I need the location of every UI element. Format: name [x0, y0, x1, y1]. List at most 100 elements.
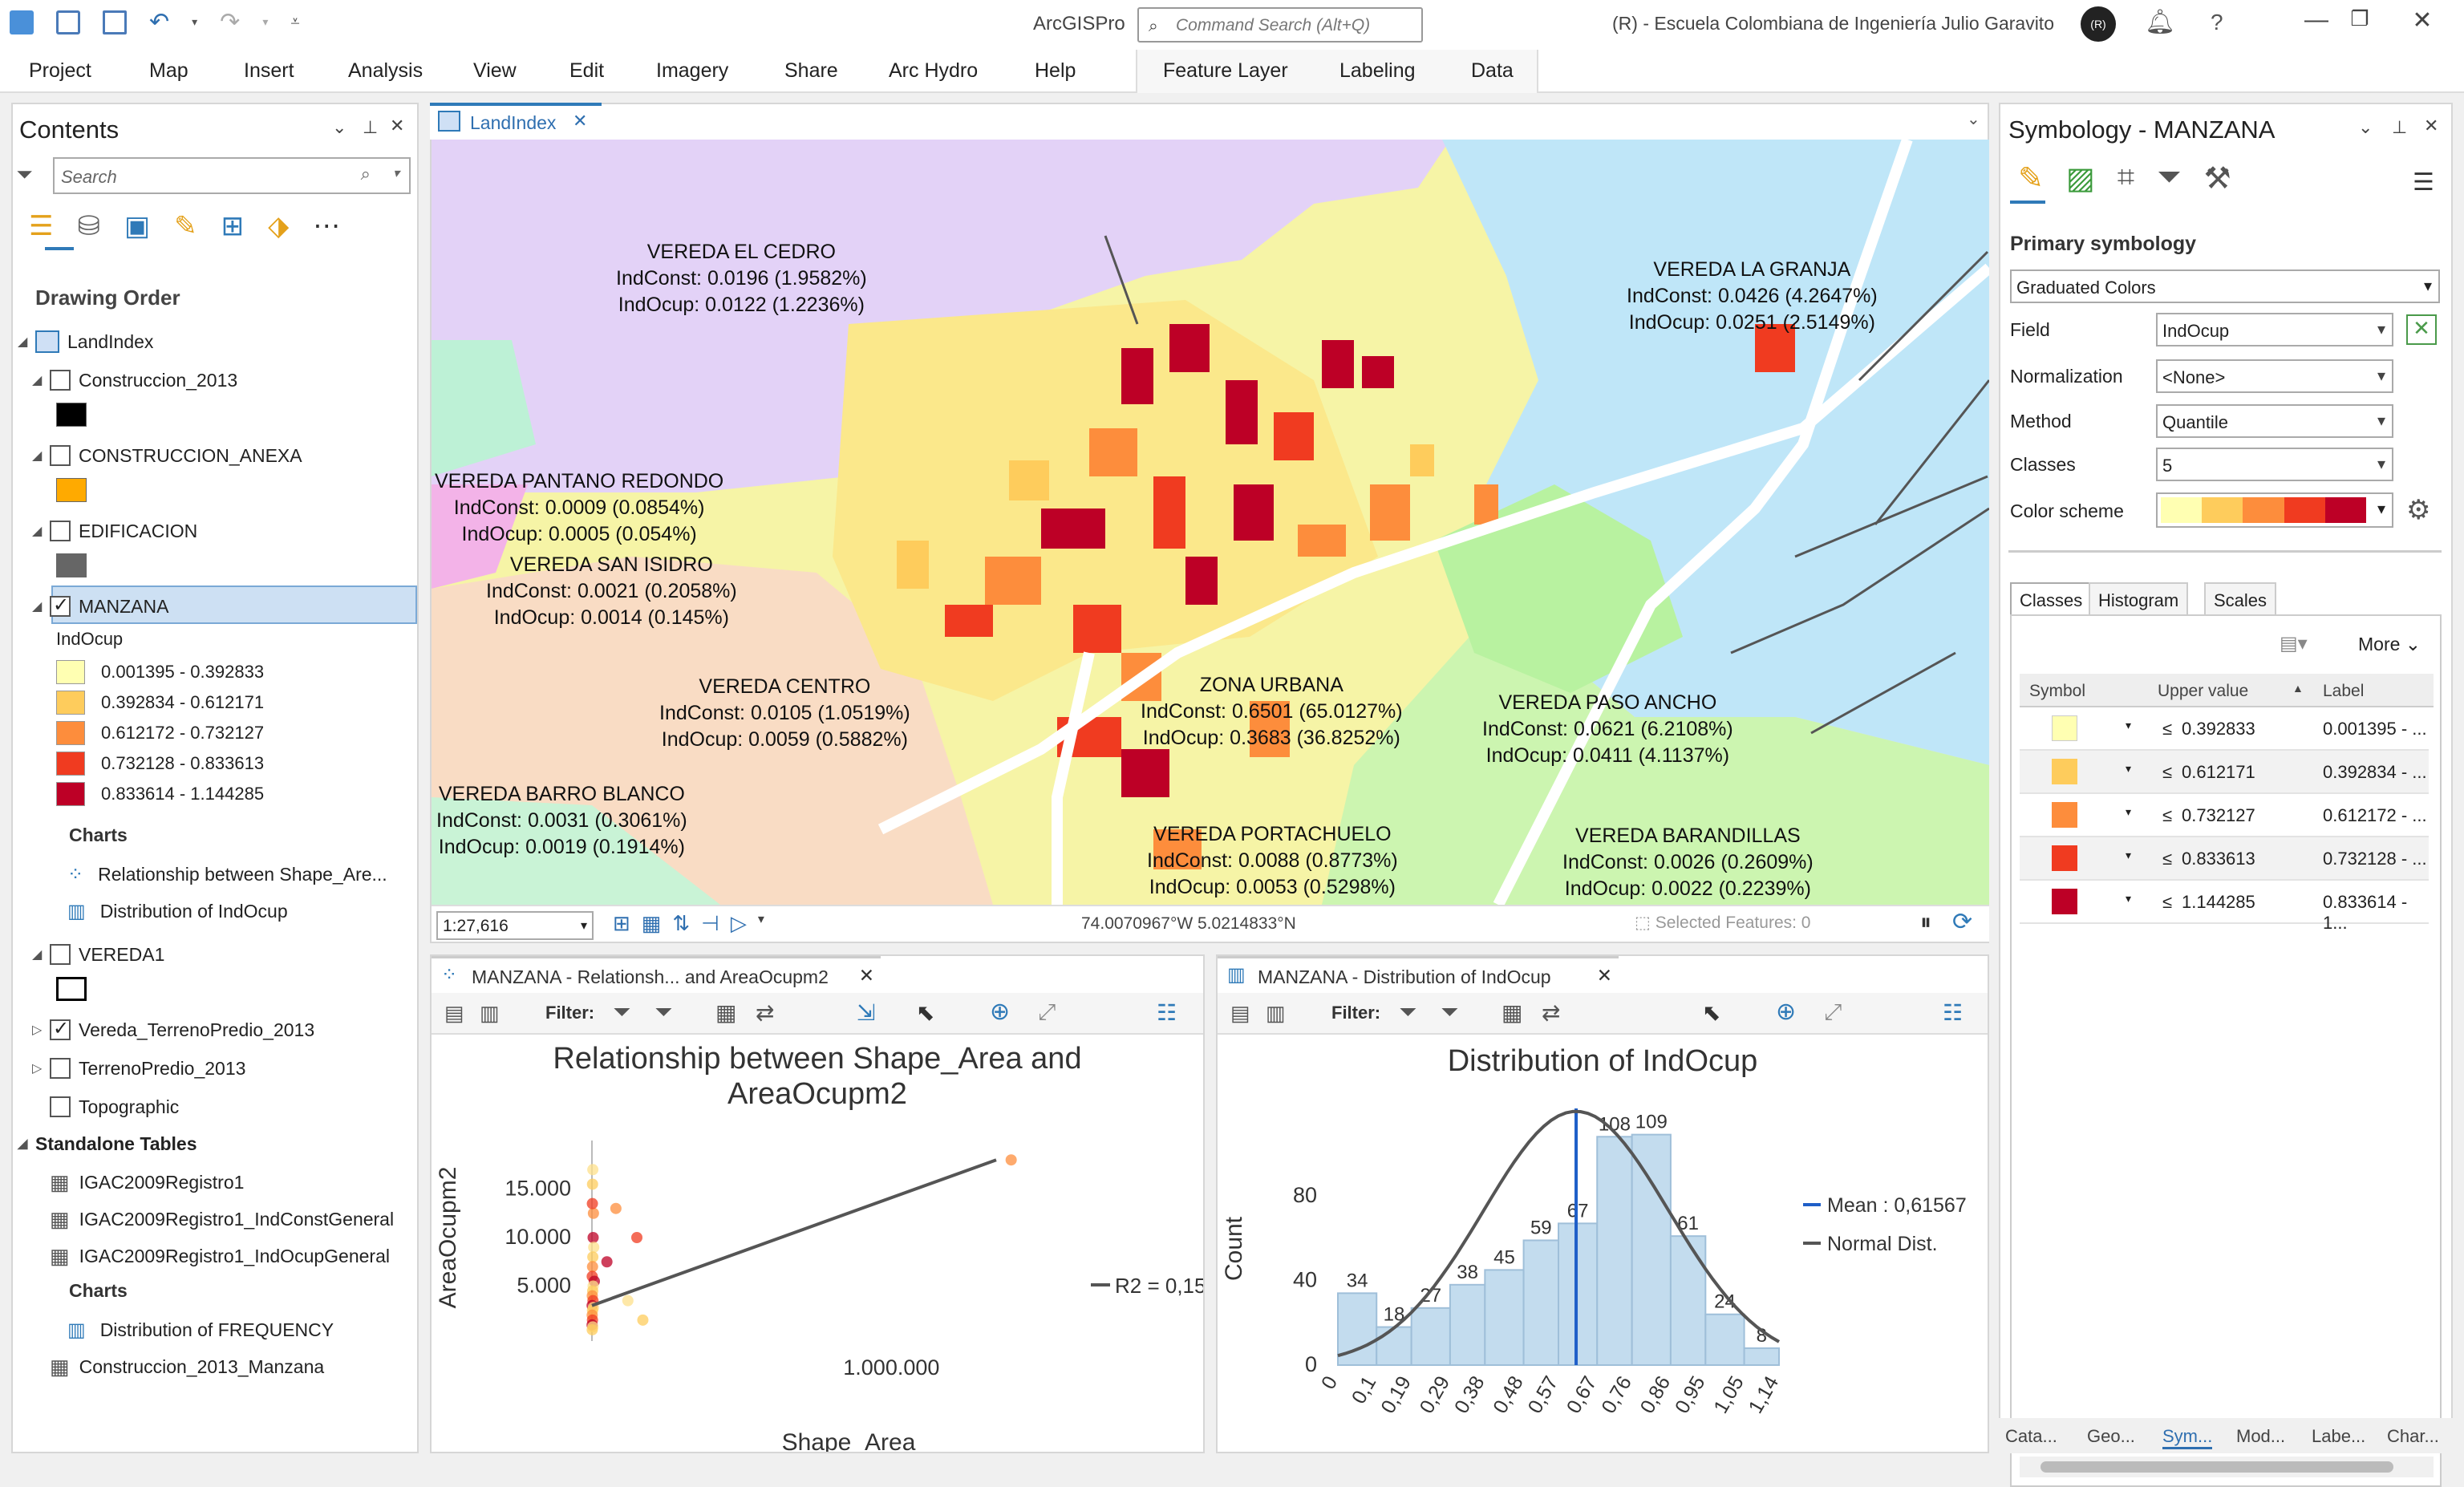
class-upper-value[interactable]: 1.144285: [2182, 892, 2255, 913]
list-by-editing-icon[interactable]: ✎: [174, 210, 197, 242]
class-label[interactable]: 0.612172 - ...: [2323, 805, 2427, 826]
tab-project[interactable]: Project: [29, 59, 91, 83]
tab-modify[interactable]: Mod...: [2236, 1426, 2285, 1447]
minimize-icon[interactable]: —: [2292, 6, 2340, 34]
tab-analysis[interactable]: Analysis: [348, 59, 423, 83]
class-row[interactable]: ▾ ≤0.833613 0.732128 - ...: [2020, 837, 2429, 881]
tab-chart-properties[interactable]: Char...: [2387, 1426, 2439, 1447]
table-icon[interactable]: ▦: [715, 999, 736, 1026]
list-by-snapping-icon[interactable]: ⊞: [221, 210, 245, 242]
expression-icon[interactable]: ✕: [2406, 314, 2437, 345]
tree-layer-construccion-anexa[interactable]: ◢ CONSTRUCCION_ANEXA: [32, 438, 302, 473]
refresh-icon[interactable]: ⟳: [1952, 908, 1972, 936]
chevron-down-icon[interactable]: ▾: [2126, 892, 2131, 906]
col-symbol[interactable]: Symbol: [2029, 682, 2085, 701]
grid-icon[interactable]: ▦: [642, 911, 662, 936]
collapsed-caret-icon[interactable]: ▷: [32, 1022, 50, 1038]
tree-standalone-tables[interactable]: ◢ Standalone Tables: [18, 1126, 197, 1161]
restore-icon[interactable]: ❐: [2336, 6, 2384, 31]
list-by-source-icon[interactable]: ⛁: [77, 210, 100, 242]
tree-table-igac-indconst[interactable]: ▦ IGAC2009Registro1_IndConstGeneral: [50, 1201, 394, 1237]
tree-layer-topographic[interactable]: Topographic: [50, 1089, 179, 1124]
tree-layer-terreno[interactable]: ▷ TerrenoPredio_2013: [32, 1051, 245, 1086]
expand-caret-icon[interactable]: ◢: [18, 1136, 35, 1152]
tree-map-landindex[interactable]: ◢ LandIndex: [18, 324, 153, 359]
switch-selection-icon[interactable]: ⇄: [756, 999, 774, 1026]
tab-feature-layer[interactable]: Feature Layer: [1163, 59, 1288, 83]
class-label[interactable]: 0.001395 - ...: [2323, 719, 2427, 739]
more-options-icon[interactable]: ⋯: [313, 210, 340, 242]
tab-help[interactable]: Help: [1035, 59, 1076, 83]
chevron-down-icon[interactable]: ▾: [393, 165, 399, 181]
class-row[interactable]: ▾ ≤0.392833 0.001395 - ...: [2020, 707, 2429, 751]
fixed-zoom-icon[interactable]: ⊞: [613, 911, 630, 936]
list-by-drawing-order-icon[interactable]: ☰: [29, 210, 53, 242]
chevron-down-icon[interactable]: ▾: [2126, 805, 2131, 819]
col-label[interactable]: Label: [2323, 682, 2364, 701]
class-row[interactable]: ▾ ≤0.612171 0.392834 - ...: [2020, 751, 2429, 794]
pause-icon[interactable]: ⏸: [1920, 910, 1931, 936]
tab-scales[interactable]: Scales: [2204, 582, 2277, 614]
class-label[interactable]: 0.732128 - ...: [2323, 849, 2427, 869]
class-symbol-swatch[interactable]: [2052, 889, 2077, 914]
close-icon[interactable]: ✕: [2398, 6, 2446, 34]
tree-table-construccion-manzana[interactable]: ▦ Construccion_2013_Manzana: [50, 1349, 324, 1384]
layer-visibility-checkbox[interactable]: [50, 370, 71, 391]
save-icon[interactable]: [103, 10, 127, 34]
gear-icon[interactable]: ⚙: [2406, 494, 2430, 526]
tab-map[interactable]: Map: [149, 59, 188, 83]
redo-icon[interactable]: ↷: [220, 8, 240, 36]
tree-table-igac[interactable]: ▦ IGAC2009Registro1: [50, 1165, 244, 1200]
method-dropdown[interactable]: Quantile: [2156, 404, 2393, 438]
help-icon[interactable]: ?: [2211, 10, 2223, 35]
layer-visibility-checkbox[interactable]: [50, 1017, 71, 1040]
layer-visibility-checkbox[interactable]: [50, 1096, 71, 1117]
class-label[interactable]: 0.392834 - ...: [2323, 762, 2427, 783]
col-upper-value[interactable]: Upper value: [2158, 682, 2248, 701]
table-options-icon[interactable]: ▤▾: [2280, 632, 2308, 655]
layer-visibility-checkbox[interactable]: [50, 594, 71, 617]
full-extent-icon[interactable]: ⤢: [1038, 999, 1056, 1026]
tree-layer-vereda-terreno[interactable]: ▷ Vereda_TerrenoPredio_2013: [32, 1012, 314, 1047]
tab-arc-hydro[interactable]: Arc Hydro: [889, 59, 978, 83]
redo-dropdown-icon[interactable]: ▾: [262, 15, 268, 29]
tab-labeling-pane[interactable]: Labe...: [2312, 1426, 2365, 1447]
tab-insert[interactable]: Insert: [244, 59, 294, 83]
zoom-in-icon[interactable]: ⊕: [1776, 998, 1796, 1026]
field-dropdown[interactable]: IndOcup: [2156, 313, 2393, 346]
classes-dropdown[interactable]: 5: [2156, 448, 2393, 481]
scrollbar-thumb[interactable]: [2040, 1461, 2393, 1473]
class-upper-value[interactable]: 0.833613: [2182, 849, 2255, 869]
snapping-icon[interactable]: ⇅: [672, 911, 690, 936]
tab-view[interactable]: View: [473, 59, 517, 83]
tree-layer-manzana[interactable]: ◢ MANZANA: [32, 589, 168, 624]
expand-caret-icon[interactable]: ◢: [32, 523, 50, 539]
tab-imagery[interactable]: Imagery: [656, 59, 728, 83]
constraints-icon[interactable]: ⊣: [701, 911, 719, 936]
tree-layer-construccion[interactable]: ◢ Construccion_2013: [32, 363, 237, 398]
symbology-filter-icon[interactable]: ⏷: [2157, 160, 2181, 197]
tab-edit[interactable]: Edit: [569, 59, 604, 83]
expand-caret-icon[interactable]: ◢: [32, 372, 50, 388]
tab-histogram[interactable]: Histogram: [2089, 582, 2189, 614]
map-tab-landindex[interactable]: LandIndex ✕: [430, 103, 602, 140]
app-icon[interactable]: [10, 10, 34, 34]
class-symbol-swatch[interactable]: [2052, 759, 2077, 784]
chart-item-distribution[interactable]: ▥ Distribution of IndOcup: [67, 893, 288, 929]
customize-qat-icon[interactable]: ⩡: [290, 13, 299, 31]
menu-icon[interactable]: ☰: [2413, 168, 2434, 197]
expand-caret-icon[interactable]: ◢: [32, 946, 50, 962]
close-pane-icon[interactable]: ✕: [390, 115, 404, 136]
legend-toggle-icon[interactable]: ☷: [1157, 999, 1177, 1026]
expand-caret-icon[interactable]: ◢: [32, 598, 50, 614]
color-scheme-dropdown[interactable]: ▾: [2156, 492, 2393, 528]
zoom-to-selection-icon[interactable]: ⇲: [857, 999, 875, 1026]
tab-labeling[interactable]: Labeling: [1339, 59, 1416, 83]
chart-item-relationship[interactable]: ⁘ Relationship between Shape_Are...: [67, 857, 387, 892]
open-project-icon[interactable]: [56, 10, 80, 34]
chart-properties-icon[interactable]: ▤: [444, 1001, 464, 1026]
expand-caret-icon[interactable]: ◢: [18, 334, 35, 350]
tab-share[interactable]: Share: [784, 59, 838, 83]
close-tab-icon[interactable]: ✕: [573, 111, 587, 132]
normalization-dropdown[interactable]: <None>: [2156, 359, 2393, 393]
